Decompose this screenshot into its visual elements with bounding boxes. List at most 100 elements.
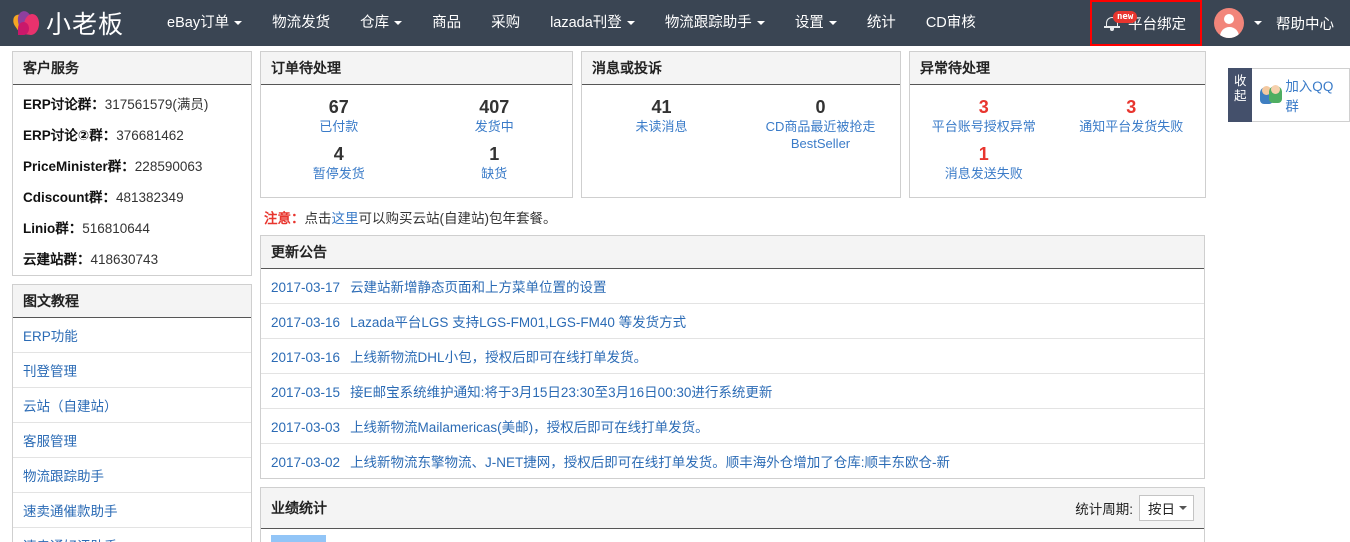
nav-item-ebay-orders[interactable]: eBay订单 [152, 0, 257, 46]
tab-linio[interactable]: Linio [871, 538, 928, 542]
stat-cell-account-auth-error[interactable]: 3 平台账号授权异常 [910, 93, 1058, 140]
group-number: 317561579(满员) [104, 96, 209, 112]
stat-label[interactable]: 未读消息 [586, 118, 737, 135]
sidebar-item-listing-management[interactable]: 刊登管理 [13, 353, 251, 388]
nav-item-logistics-shipping[interactable]: 物流发货 [257, 0, 345, 46]
list-item[interactable]: 2017-03-16 Lazada平台LGS 支持LGS-FM01,LGS-FM4… [261, 304, 1204, 339]
stat-value: 1 [978, 144, 989, 164]
brand-logo[interactable]: 小老板 [0, 5, 130, 41]
nav-item-products[interactable]: 商品 [417, 0, 476, 46]
top-navbar: 小老板 eBay订单 物流发货 仓库 商品 采购 lazada刊登 物流跟踪助手… [0, 0, 1350, 46]
stat-label[interactable]: 发货中 [421, 118, 569, 135]
announcement-text: 接E邮宝系统维护通知:将于3月15日23:30至3月16日00:30进行系统更新 [350, 385, 773, 400]
main-content: 订单待处理 67 已付款 407 发货中 4 暂停发货 1 缺货 消息或投诉 4… [252, 46, 1228, 542]
stat-cell-unread-messages[interactable]: 41 未读消息 [582, 93, 741, 163]
sidebar-item-cloud-site[interactable]: 云站（自建站） [13, 388, 251, 423]
stat-label[interactable]: CD商品最近被抢走BestSeller [745, 118, 896, 152]
tab-wish[interactable]: Wish [459, 538, 517, 542]
notice-prefix: 注意： [264, 211, 305, 226]
customer-service-panel: 客户服务 ERP讨论群：317561579(满员) ERP讨论②群：376681… [12, 51, 252, 276]
separator: ： [121, 158, 135, 174]
group-name: 云建站群 [23, 251, 77, 267]
left-sidebar: 客户服务 ERP讨论群：317561579(满员) ERP讨论②群：376681… [0, 46, 252, 542]
nav-item-warehouse[interactable]: 仓库 [345, 0, 417, 46]
list-item[interactable]: 2017-03-03 上线新物流Mailamericas(美邮)，授权后即可在线打… [261, 409, 1204, 444]
stat-label[interactable]: 平台账号授权异常 [914, 118, 1054, 135]
sidebar-item-aliexpress-payment-assistant[interactable]: 速卖通催款助手 [13, 493, 251, 528]
sidebar-item-customer-service-mgmt[interactable]: 客服管理 [13, 423, 251, 458]
announcement-text: 上线新物流Mailamericas(美邮)，授权后即可在线打单发货。 [350, 420, 709, 435]
period-select[interactable]: 按日 [1139, 495, 1194, 521]
stat-cell-shipping[interactable]: 407 发货中 [417, 93, 573, 140]
chevron-down-icon [626, 21, 635, 25]
announcements-list: 2017-03-17 云建站新增静态页面和上方菜单位置的设置 2017-03-16… [261, 269, 1204, 478]
tab-lazada[interactable]: Lazada [599, 538, 671, 542]
tab-cdiscount[interactable]: Cdiscount [673, 538, 761, 542]
tab-cloud-site[interactable]: 云建站(云站) [996, 535, 1101, 542]
stat-cell-paused[interactable]: 4 暂停发货 [261, 140, 417, 187]
tab-priceminister[interactable]: Priceminister [763, 538, 869, 542]
nav-item-purchasing[interactable]: 采购 [476, 0, 535, 46]
nav-label: 设置 [794, 15, 824, 31]
nav-item-cd-review[interactable]: CD审核 [911, 0, 991, 46]
announcements-panel: 更新公告 2017-03-17 云建站新增静态页面和上方菜单位置的设置 2017-… [260, 235, 1205, 479]
stat-value: 41 [651, 97, 672, 117]
user-avatar-icon[interactable] [1214, 8, 1244, 38]
nav-item-statistics[interactable]: 统计 [852, 0, 911, 46]
stat-label[interactable]: 缺货 [421, 165, 569, 182]
notice-text-after: 可以购买云站(自建站)包年套餐。 [358, 211, 557, 226]
group-name: PriceMinister群 [23, 158, 122, 174]
list-item[interactable]: 2017-03-02 上线新物流东擎物流、J-NET捷网，授权后即可在线打单发货。… [261, 444, 1204, 478]
stat-cell-message-send-failed[interactable]: 1 消息发送失败 [910, 140, 1058, 187]
stat-cell-out-of-stock[interactable]: 1 缺货 [417, 140, 573, 187]
chevron-down-icon[interactable] [1254, 21, 1262, 25]
announcement-date: 2017-03-17 [271, 280, 341, 295]
tab-amazon[interactable]: Amazon [519, 538, 597, 542]
separator: ： [68, 220, 83, 236]
group-number: 516810644 [82, 220, 150, 236]
announcement-text: 上线新物流东擎物流、J-NET捷网，授权后即可在线打单发货。顺丰海外仓增加了仓库… [350, 455, 951, 470]
collapse-button[interactable]: 收起 [1228, 68, 1253, 122]
list-item[interactable]: 2017-03-15 接E邮宝系统维护通知:将于3月15日23:30至3月16日0… [261, 374, 1204, 409]
stat-label[interactable]: 暂停发货 [265, 165, 413, 182]
tab-jumia[interactable]: Jumia [930, 538, 994, 542]
sidebar-item-erp-features[interactable]: ERP功能 [13, 318, 251, 353]
card-title: 异常待处理 [910, 52, 1205, 85]
join-qq-group-button[interactable]: 加入QQ群 [1252, 68, 1350, 122]
separator: ： [91, 96, 105, 112]
stat-label[interactable]: 消息发送失败 [914, 165, 1054, 182]
announcement-text: 云建站新增静态页面和上方菜单位置的设置 [350, 280, 607, 295]
stat-cell-notify-ship-failed[interactable]: 3 通知平台发货失败 [1058, 93, 1206, 140]
announcement-text: Lazada平台LGS 支持LGS-FM01,LGS-FM40 等发货方式 [350, 315, 687, 330]
nav-item-settings[interactable]: 设置 [780, 0, 852, 46]
platform-bind-button[interactable]: new 平台绑定 [1090, 0, 1202, 46]
flower-logo-icon [10, 9, 41, 37]
stat-value: 4 [333, 144, 344, 164]
tutorials-panel: 图文教程 ERP功能 刊登管理 云站（自建站） 客服管理 物流跟踪助手 速卖通催… [12, 284, 252, 542]
sidebar-item-tracking-assistant[interactable]: 物流跟踪助手 [13, 458, 251, 493]
stat-value: 0 [815, 97, 826, 117]
join-qq-group-label: 加入QQ群 [1285, 79, 1334, 114]
stat-cell-cd-bestseller-lost[interactable]: 0 CD商品最近被抢走BestSeller [741, 93, 900, 163]
list-item: 云建站群：418630743 [13, 242, 251, 273]
chevron-down-icon [756, 21, 765, 25]
notice-text-before: 点击 [304, 211, 332, 226]
nav-item-lazada-listing[interactable]: lazada刊登 [535, 0, 650, 46]
stat-label[interactable]: 通知平台发货失败 [1062, 118, 1202, 135]
list-item[interactable]: 2017-03-17 云建站新增静态页面和上方菜单位置的设置 [261, 269, 1204, 304]
group-name: ERP讨论群 [23, 96, 92, 112]
tab-ebay[interactable]: eBay [328, 538, 387, 542]
nav-item-tracking-assistant[interactable]: 物流跟踪助手 [650, 0, 780, 46]
separator: ： [102, 189, 117, 205]
sidebar-item-aliexpress-review-assistant[interactable]: 速卖通好评助手 [13, 528, 251, 542]
exceptions-pending-card: 异常待处理 3 平台账号授权异常 3 通知平台发货失败 1 消息发送失败 [909, 51, 1206, 198]
tab-all[interactable]: 全部 [271, 535, 326, 542]
list-item[interactable]: 2017-03-16 上线新物流DHL小包，授权后即可在线打单发货。 [261, 339, 1204, 374]
stat-label[interactable]: 已付款 [265, 118, 413, 135]
tab-aliexpress[interactable]: 速卖通 [389, 535, 458, 542]
notice-link[interactable]: 这里 [332, 211, 359, 226]
help-center-link[interactable]: 帮助中心 [1262, 13, 1350, 34]
nav-label: CD审核 [925, 15, 976, 31]
stat-cell-paid[interactable]: 67 已付款 [261, 93, 417, 140]
group-name: ERP讨论②群 [23, 127, 103, 143]
